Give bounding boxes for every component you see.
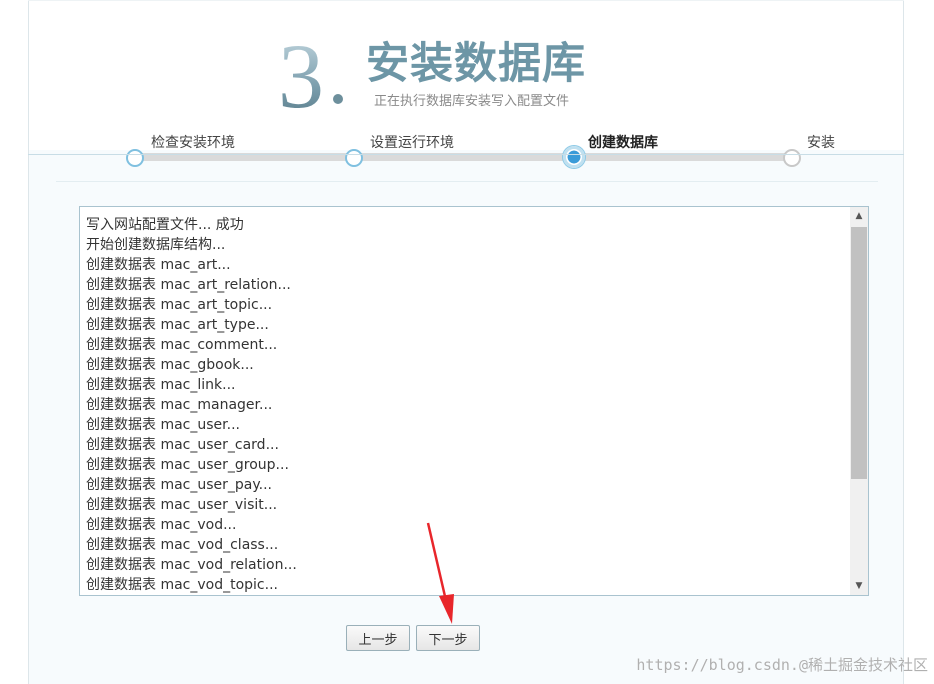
progress-step-label-runtime: 设置运行环境 (370, 135, 454, 151)
log-line: 创建数据表 mac_art_type... (86, 317, 269, 333)
step-number: 3 (278, 25, 324, 127)
progress-node-done (345, 149, 363, 167)
scrollbar-thumb[interactable] (851, 227, 867, 479)
log-line: 创建数据表 mac_art_relation... (86, 277, 291, 293)
log-line: 写入网站配置文件... 成功 (86, 217, 244, 233)
log-line: 创建数据表 mac_user_visit... (86, 497, 278, 513)
log-line: 创建数据表 mac_vod_topic... (86, 577, 278, 593)
previous-step-button[interactable]: 上一步 (346, 625, 410, 651)
watermark: https://blog.csdn.@稀土掘金技术社区 (636, 656, 928, 674)
next-step-button[interactable]: 下一步 (416, 625, 480, 651)
progress-step-label-check-env: 检查安装环境 (151, 135, 235, 151)
log-line: 创建数据表 mac_user_pay... (86, 477, 273, 493)
log-line: 创建数据表 mac_vod_class... (86, 537, 279, 553)
top-border (28, 0, 904, 5)
install-log[interactable]: 写入网站配置文件... 成功 开始创建数据库结构... 创建数据表 mac_art.… (79, 206, 869, 596)
log-line: 创建数据表 mac_art_topic... (86, 297, 273, 313)
log-line: 创建数据表 mac_gbook... (86, 357, 254, 373)
step-number-dot (333, 94, 343, 104)
log-content: 写入网站配置文件... 成功 开始创建数据库结构... 创建数据表 mac_art.… (86, 215, 846, 595)
page-subtitle: 正在执行数据库安装写入配置文件 (374, 94, 570, 109)
progress-node-active (563, 146, 585, 168)
log-line: 创建数据表 mac_vod_relation... (86, 557, 297, 573)
progress-step-label-create-db: 创建数据库 (588, 135, 658, 151)
log-line: 创建数据表 mac_comment... (86, 337, 278, 353)
installer-page: 3 安装数据库 正在执行数据库安装写入配置文件 检查安装环境 设置运行环境 创建… (0, 0, 934, 684)
log-line: 创建数据表 mac_manager... (86, 397, 273, 413)
scroll-up-arrow-icon[interactable]: ▲ (850, 207, 868, 225)
page-title: 安装数据库 (366, 39, 586, 89)
content-divider (56, 181, 878, 182)
progress-node-done (126, 149, 144, 167)
log-line: 创建数据表 mac_art... (86, 257, 231, 273)
progress-step-label-install: 安装 (807, 135, 835, 151)
log-scrollbar[interactable]: ▲ ▼ (850, 207, 868, 595)
log-line: 创建数据表 mac_user... (86, 417, 240, 433)
progress-node-pending (783, 149, 801, 167)
log-line: 创建数据表 mac_user_group... (86, 457, 289, 473)
log-line: 创建数据表 mac_link... (86, 377, 236, 393)
log-line: 创建数据表 mac_vod... (86, 517, 237, 533)
log-line: 开始创建数据库结构... (86, 237, 226, 253)
log-line: 创建数据表 mac_user_card... (86, 437, 279, 453)
scroll-down-arrow-icon[interactable]: ▼ (850, 577, 868, 595)
header-divider (28, 154, 904, 155)
